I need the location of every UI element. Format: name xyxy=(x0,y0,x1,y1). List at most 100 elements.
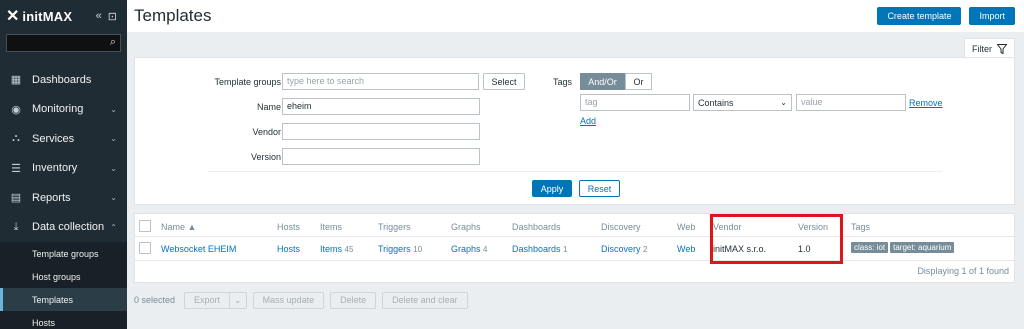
name-label: Name xyxy=(256,102,281,112)
dashboards-link[interactable]: Dashboards xyxy=(512,244,561,254)
discovery-link[interactable]: Discovery xyxy=(601,244,641,254)
filter-panel: Template groups type here to search Sele… xyxy=(134,57,1015,205)
tag-input[interactable]: tag xyxy=(580,94,690,111)
selected-count: 0 selected xyxy=(134,295,176,305)
graphs-cell: Graphs 4 xyxy=(451,244,487,254)
main-menu: ▦ Dashboards ◉ Monitoring ⌄ ⛬ Services ⌄… xyxy=(0,65,127,329)
create-template-button[interactable]: Create template xyxy=(877,7,962,25)
row-divider xyxy=(135,260,1014,261)
template-name-link[interactable]: Websocket EHEIM xyxy=(161,244,236,254)
add-tag-link[interactable]: Add xyxy=(580,116,596,126)
web-link[interactable]: Web xyxy=(677,244,695,254)
search-icon[interactable]: ⌕ xyxy=(110,36,116,49)
mass-actions-bar: 0 selected Export ⌄ Mass update Delete D… xyxy=(134,291,468,309)
vendor-input[interactable] xyxy=(282,123,480,140)
templates-table: Name ▲ Hosts Items Triggers Graphs Dashb… xyxy=(134,213,1015,283)
menu-item-services[interactable]: ⛬ Services ⌄ xyxy=(0,124,127,154)
tag-badge[interactable]: class: iot xyxy=(851,242,889,253)
header-divider xyxy=(135,236,1014,237)
initmax-logo-icon: ✕ xyxy=(6,8,20,25)
collapse-sidebar-icon[interactable]: « xyxy=(96,10,102,23)
column-header-web: Web xyxy=(677,222,696,232)
chevron-down-icon: ⌄ xyxy=(110,193,117,203)
column-header-discovery: Discovery xyxy=(601,222,641,232)
eye-icon: ◉ xyxy=(11,103,21,116)
discovery-count: 2 xyxy=(643,245,648,254)
filter-tab-label: Filter xyxy=(972,43,992,54)
chevron-up-icon: ⌃ xyxy=(110,222,117,232)
submenu-item-templates[interactable]: Templates xyxy=(0,288,127,311)
page-header: Templates Create template Import xyxy=(127,0,1024,32)
triggers-link[interactable]: Triggers xyxy=(378,244,411,254)
tag-badge[interactable]: target: aquarium xyxy=(890,242,955,253)
andor-option[interactable]: And/Or xyxy=(580,73,625,90)
dashboards-cell: Dashboards 1 xyxy=(512,244,568,254)
page-title: Templates xyxy=(134,6,212,25)
mass-update-button[interactable]: Mass update xyxy=(252,291,325,309)
services-icon: ⛬ xyxy=(12,132,20,145)
export-group: Export ⌄ xyxy=(184,291,247,309)
menu-item-label: Inventory xyxy=(32,162,78,175)
apply-button[interactable]: Apply xyxy=(532,180,572,197)
menu-item-reports[interactable]: ▤ Reports ⌄ xyxy=(0,183,127,213)
reset-button[interactable]: Reset xyxy=(579,180,620,197)
kiosk-mode-icon[interactable]: ⊡ xyxy=(108,10,117,23)
import-button[interactable]: Import xyxy=(969,7,1015,25)
hosts-link[interactable]: Hosts xyxy=(277,244,300,254)
or-option[interactable]: Or xyxy=(625,73,652,90)
chevron-down-icon: ⌄ xyxy=(110,134,117,144)
template-groups-placeholder: type here to search xyxy=(287,76,365,86)
sidebar-controls: « ⊡ xyxy=(96,10,127,23)
vendor-version-highlight-box xyxy=(710,214,843,264)
dashboards-count: 1 xyxy=(563,245,568,254)
column-header-items: Items xyxy=(320,222,343,232)
chevron-down-icon: ⌄ xyxy=(110,104,117,114)
template-groups-label: Template groups xyxy=(214,77,281,87)
graphs-link[interactable]: Graphs xyxy=(451,244,481,254)
chevron-down-icon: ⌄ xyxy=(110,163,117,173)
dashboard-icon: ▦ xyxy=(10,74,22,87)
template-groups-input[interactable]: type here to search xyxy=(282,73,479,90)
vendor-label: Vendor xyxy=(252,127,281,137)
column-header-name[interactable]: Name ▲ xyxy=(161,222,196,232)
download-icon: ⤓ xyxy=(13,220,19,233)
export-button[interactable]: Export xyxy=(184,291,231,309)
submenu-item-hosts[interactable]: Hosts xyxy=(0,311,127,329)
column-header-tags: Tags xyxy=(851,222,871,232)
delete-button[interactable]: Delete xyxy=(330,291,377,309)
tag-value-input[interactable]: value xyxy=(796,94,906,111)
menu-item-dashboards[interactable]: ▦ Dashboards xyxy=(0,65,127,95)
delete-and-clear-button[interactable]: Delete and clear xyxy=(382,291,468,309)
menu-item-inventory[interactable]: ☰ Inventory ⌄ xyxy=(0,154,127,184)
tag-operator-select[interactable]: Contains ⌄ xyxy=(693,94,792,111)
column-header-hosts: Hosts xyxy=(277,222,301,232)
displaying-count: Displaying 1 of 1 found xyxy=(917,266,1009,276)
submenu-item-template-groups[interactable]: Template groups xyxy=(0,242,127,265)
select-all-checkbox[interactable] xyxy=(139,220,151,232)
tag-placeholder: tag xyxy=(585,97,598,107)
submenu-item-host-groups[interactable]: Host groups xyxy=(0,265,127,288)
menu-item-monitoring[interactable]: ◉ Monitoring ⌄ xyxy=(0,95,127,125)
menu-item-label: Data collection xyxy=(32,221,105,234)
version-label: Version xyxy=(250,152,281,162)
filter-divider xyxy=(208,171,942,172)
version-input[interactable] xyxy=(282,148,480,165)
main-content: Templates Create template Import Filter … xyxy=(127,0,1024,329)
list-icon: ☰ xyxy=(11,162,21,175)
report-icon: ▤ xyxy=(10,192,22,205)
items-cell: Items 45 xyxy=(320,244,353,254)
items-link[interactable]: Items xyxy=(320,244,342,254)
sidebar-search-input[interactable]: ⌕ xyxy=(6,34,121,52)
column-header-dashboards: Dashboards xyxy=(512,222,561,232)
chevron-down-icon: ⌄ xyxy=(780,98,787,107)
remove-tag-link[interactable]: Remove xyxy=(909,98,943,108)
menu-item-data-collection[interactable]: ⤓ Data collection ⌃ xyxy=(0,212,127,242)
filter-tab[interactable]: Filter xyxy=(964,38,1015,58)
menu-item-label: Services xyxy=(32,132,75,145)
row-checkbox[interactable] xyxy=(139,242,151,254)
funnel-icon xyxy=(997,43,1007,54)
export-dropdown-icon[interactable]: ⌄ xyxy=(230,291,247,309)
triggers-cell: Triggers 10 xyxy=(378,244,422,254)
name-input[interactable]: eheim xyxy=(282,98,480,115)
header-buttons: Create template Import xyxy=(877,7,1024,25)
